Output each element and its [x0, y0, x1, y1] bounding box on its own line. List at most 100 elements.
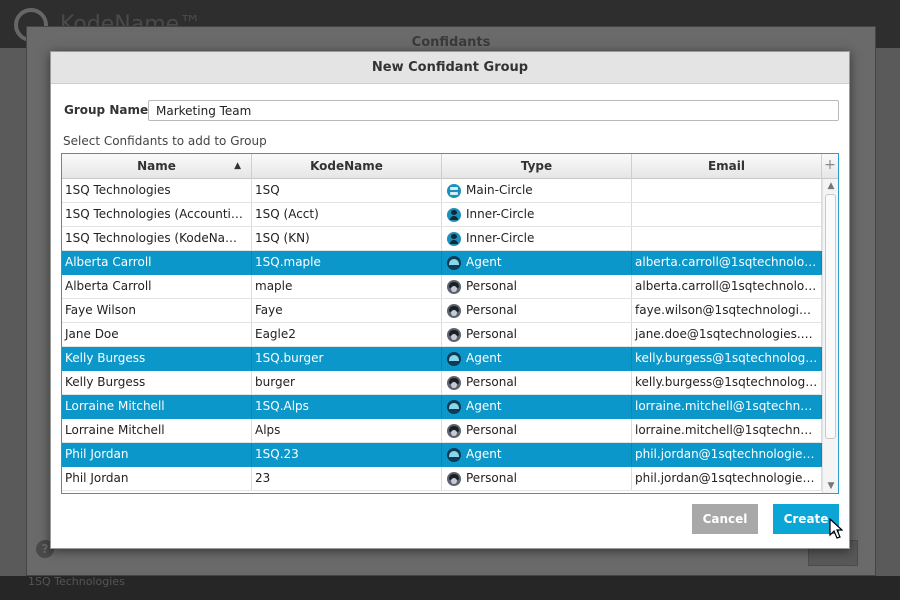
cell-name: Lorraine Mitchell: [62, 395, 252, 418]
cell-type: Personal: [442, 275, 632, 298]
column-header-label: KodeName: [310, 159, 383, 173]
group-name-input[interactable]: [148, 100, 839, 121]
table-row[interactable]: Lorraine Mitchell 1SQ.Alps Agent lorraine.m…: [62, 395, 822, 419]
agent-icon: [447, 447, 461, 462]
cell-name: Faye Wilson: [62, 299, 252, 322]
type-label: Personal: [466, 279, 518, 293]
cell-name: Phil Jordan: [62, 467, 252, 490]
table-row[interactable]: Alberta Carroll maple Personal alberta.carr…: [62, 275, 822, 299]
cell-name: Jane Doe: [62, 323, 252, 346]
cell-email: phil.jordan@1sqtechnologies.com: [632, 467, 822, 490]
cell-name: 1SQ Technologies (KodeName S…: [62, 227, 252, 250]
type-label: Agent: [466, 255, 502, 269]
personal-icon: [447, 279, 461, 294]
scrollbar-thumb[interactable]: [825, 194, 836, 439]
cell-type: Agent: [442, 251, 632, 274]
table-row[interactable]: Alberta Carroll 1SQ.maple Agent alberta.car…: [62, 251, 822, 275]
column-header-label: Type: [520, 159, 553, 173]
cell-name: 1SQ Technologies (Accounting): [62, 203, 252, 226]
type-label: Personal: [466, 375, 518, 389]
cell-kodename: 1SQ.23: [252, 443, 442, 466]
agent-icon: [447, 351, 461, 366]
cell-email: lorraine.mitchell@1sqtechnolog…: [632, 395, 822, 418]
mouse-pointer-icon: [829, 518, 843, 539]
cell-kodename: maple: [252, 275, 442, 298]
type-label: Personal: [466, 327, 518, 341]
cell-name: Alberta Carroll: [62, 251, 252, 274]
cell-email: kelly.burgess@1sqtechnologies…: [632, 371, 822, 394]
sort-ascending-icon: ▲: [234, 161, 241, 171]
cell-email: phil.jordan@1sqtechnologies.com: [632, 443, 822, 466]
table-row[interactable]: 1SQ Technologies 1SQ Main-Circle: [62, 179, 822, 203]
personal-icon: [447, 303, 461, 318]
confidants-table: Name ▲ KodeName Type Email + 1SQ Technol…: [61, 153, 839, 494]
type-label: Agent: [466, 351, 502, 365]
group-name-label: Group Name: [64, 103, 149, 117]
add-column-icon[interactable]: +: [822, 154, 838, 179]
cell-kodename: Faye: [252, 299, 442, 322]
cell-type: Personal: [442, 371, 632, 394]
table-row[interactable]: 1SQ Technologies (Accounting) 1SQ (Acct) I…: [62, 203, 822, 227]
scroll-up-icon[interactable]: ▲: [823, 179, 838, 193]
table-row[interactable]: Lorraine Mitchell Alps Personal lorraine.mi…: [62, 419, 822, 443]
table-row[interactable]: Jane Doe Eagle2 Personal jane.doe@1sqtechno…: [62, 323, 822, 347]
table-row[interactable]: Kelly Burgess 1SQ.burger Agent kelly.burges…: [62, 347, 822, 371]
table-header: Name ▲ KodeName Type Email +: [62, 154, 838, 179]
cell-email: kelly.burgess@1sqtechnologies…: [632, 347, 822, 370]
cell-email: alberta.carroll@1sqtechnologie…: [632, 275, 822, 298]
cell-kodename: 1SQ.Alps: [252, 395, 442, 418]
cell-type: Agent: [442, 443, 632, 466]
personal-icon: [447, 471, 461, 486]
cell-kodename: burger: [252, 371, 442, 394]
cancel-button[interactable]: Cancel: [692, 504, 758, 534]
type-label: Agent: [466, 447, 502, 461]
cell-email: faye.wilson@1sqtechnologies.c…: [632, 299, 822, 322]
cell-kodename: 1SQ (KN): [252, 227, 442, 250]
personal-icon: [447, 423, 461, 438]
cell-type: Personal: [442, 299, 632, 322]
column-header-type[interactable]: Type: [442, 154, 632, 179]
vertical-scrollbar[interactable]: ▲ ▼: [822, 179, 838, 493]
cell-email: alberta.carroll@1sqtechnologie…: [632, 251, 822, 274]
cell-kodename: 1SQ: [252, 179, 442, 202]
personal-icon: [447, 375, 461, 390]
footer-text: 1SQ Technologies: [28, 575, 125, 588]
cell-kodename: Alps: [252, 419, 442, 442]
table-row[interactable]: Faye Wilson Faye Personal faye.wilson@1sqte…: [62, 299, 822, 323]
cell-name: Phil Jordan: [62, 443, 252, 466]
background-footer: [0, 576, 900, 600]
type-label: Personal: [466, 303, 518, 317]
table-row[interactable]: Phil Jordan 23 Personal phil.jordan@1sqtech…: [62, 467, 822, 491]
cell-email: lorraine.mitchell@1sqtechnolog…: [632, 419, 822, 442]
select-confidants-label: Select Confidants to add to Group: [63, 134, 267, 148]
cell-name: 1SQ Technologies: [62, 179, 252, 202]
cell-type: Agent: [442, 395, 632, 418]
cell-type: Personal: [442, 467, 632, 490]
cell-name: Lorraine Mitchell: [62, 419, 252, 442]
cell-name: Kelly Burgess: [62, 371, 252, 394]
table-row[interactable]: Phil Jordan 1SQ.23 Agent phil.jordan@1sqtec…: [62, 443, 822, 467]
type-label: Agent: [466, 399, 502, 413]
column-header-label: Email: [707, 159, 746, 173]
column-header-label: Name: [137, 159, 176, 173]
cell-type: Agent: [442, 347, 632, 370]
cell-type: Inner-Circle: [442, 227, 632, 250]
new-confidant-group-dialog: New Confidant Group Group Name Select Co…: [50, 51, 850, 549]
type-label: Personal: [466, 423, 518, 437]
column-header-email[interactable]: Email: [632, 154, 822, 179]
cell-kodename: Eagle2: [252, 323, 442, 346]
cell-type: Main-Circle: [442, 179, 632, 202]
type-label: Main-Circle: [466, 183, 533, 197]
cell-email: jane.doe@1sqtechnologies.com: [632, 323, 822, 346]
cell-email: [632, 203, 822, 226]
agent-icon: [447, 255, 461, 270]
table-body: 1SQ Technologies 1SQ Main-Circle 1SQ Techno…: [62, 179, 822, 491]
table-row[interactable]: 1SQ Technologies (KodeName S… 1SQ (KN) Inn…: [62, 227, 822, 251]
table-row[interactable]: Kelly Burgess burger Personal kelly.burgess…: [62, 371, 822, 395]
type-label: Inner-Circle: [466, 207, 535, 221]
column-header-kodename[interactable]: KodeName: [252, 154, 442, 179]
cell-kodename: 1SQ.maple: [252, 251, 442, 274]
column-header-name[interactable]: Name ▲: [62, 154, 252, 179]
scroll-down-icon[interactable]: ▼: [823, 479, 838, 493]
cell-kodename: 1SQ (Acct): [252, 203, 442, 226]
